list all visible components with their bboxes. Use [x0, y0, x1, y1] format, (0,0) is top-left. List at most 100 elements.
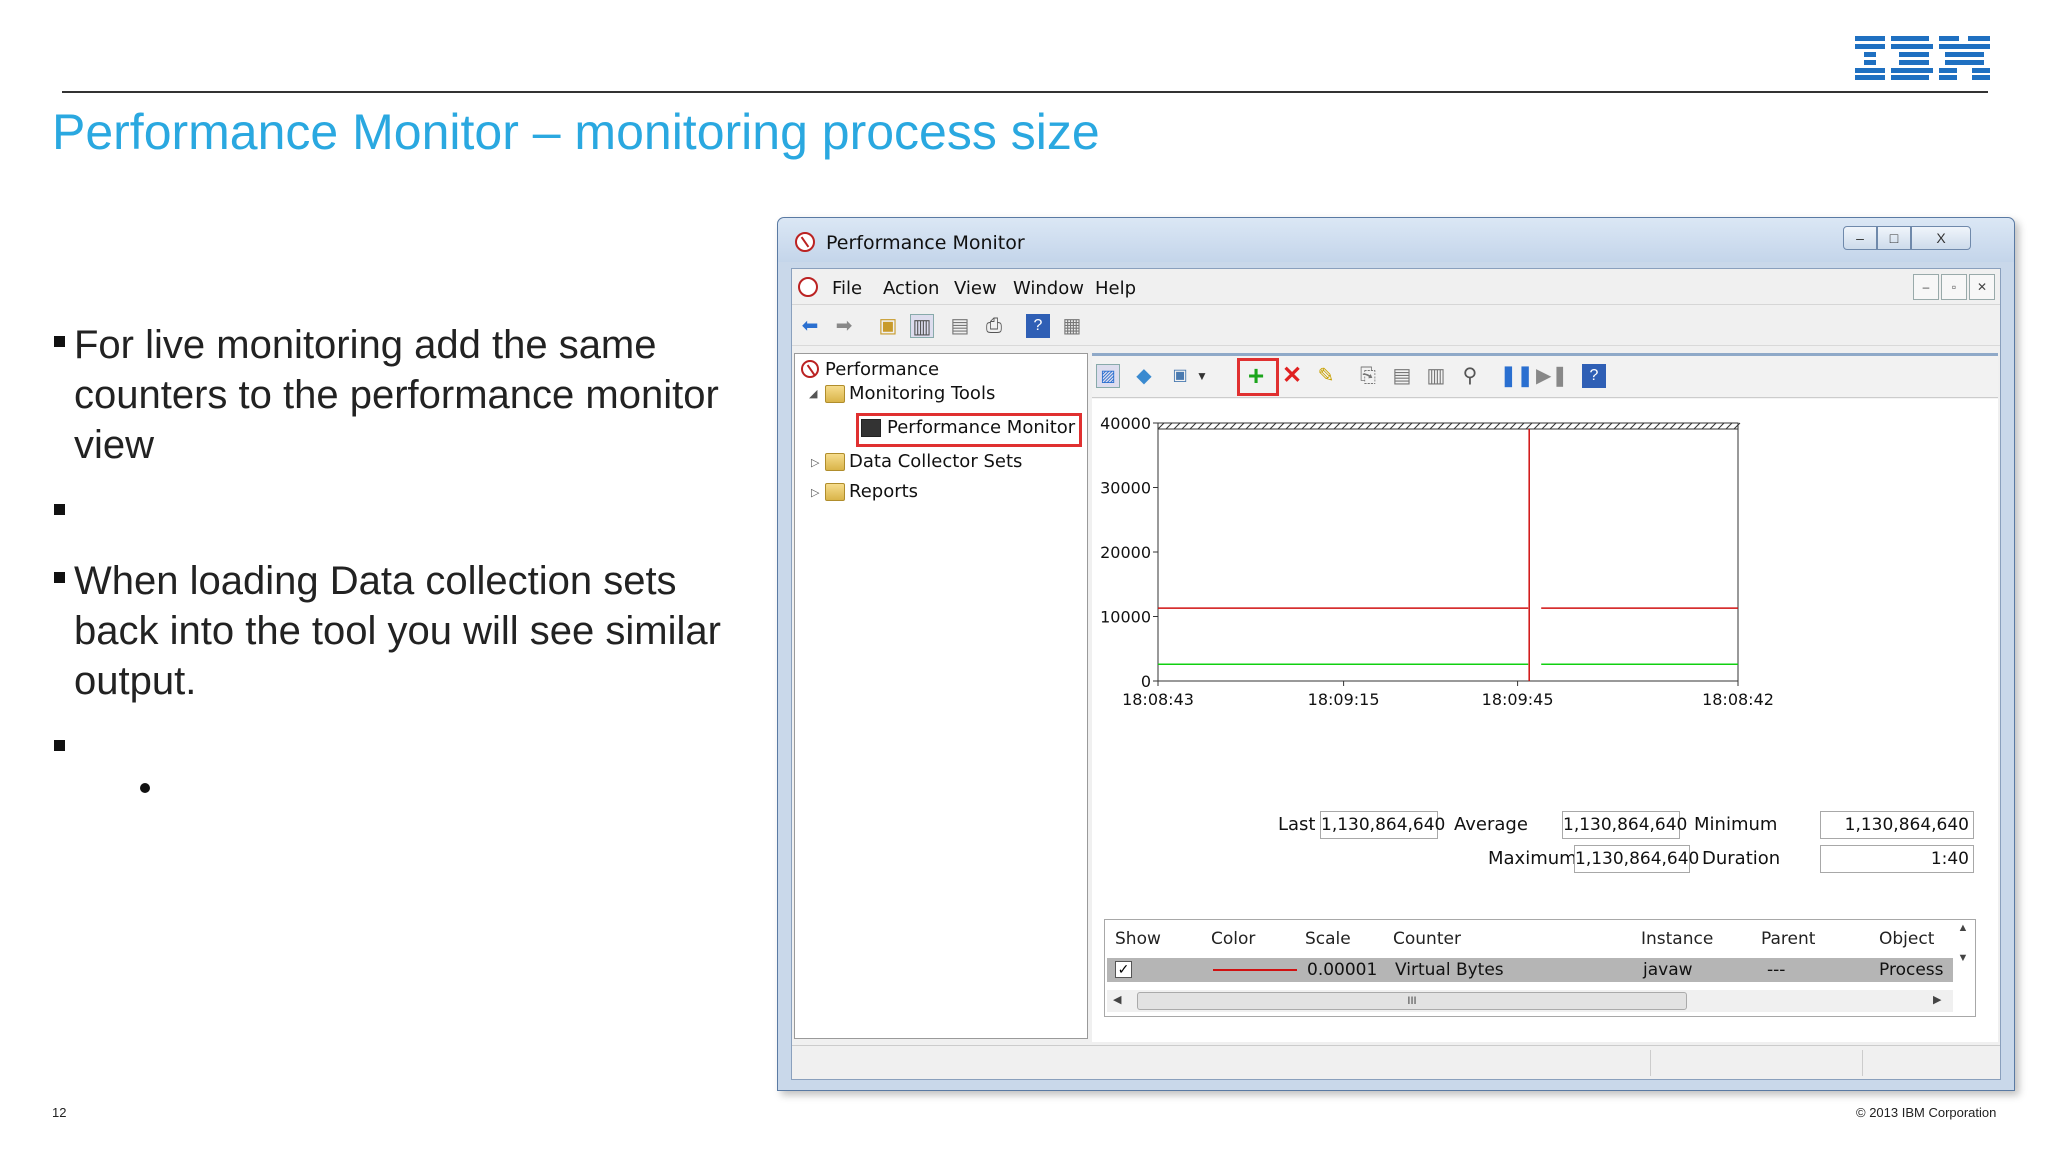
x-tick-label: 18:08:43	[1122, 690, 1194, 709]
legend-row[interactable]: ✓ 0.00001 Virtual Bytes javaw --- Proces…	[1107, 958, 1953, 982]
show-checkbox[interactable]: ✓	[1115, 961, 1132, 978]
current-activity-icon[interactable]: ◆	[1132, 364, 1156, 388]
properties-icon[interactable]: ▥	[1424, 364, 1448, 388]
maximize-button[interactable]: □	[1877, 226, 1911, 250]
legend-header-counter[interactable]: Counter	[1393, 929, 1461, 949]
x-tick-label: 18:09:15	[1308, 690, 1380, 709]
slide: Performance Monitor – monitoring process…	[0, 0, 2048, 1152]
y-tick-label: 40000	[1100, 414, 1151, 433]
y-tick-label: 30000	[1100, 479, 1151, 498]
bullet-item: When loading Data collection sets back i…	[52, 556, 772, 706]
series-color-swatch	[1213, 969, 1297, 971]
menu-window[interactable]: Window	[1013, 278, 1084, 299]
page-number: 12	[52, 1105, 67, 1120]
tree-item-reports[interactable]: Reports	[849, 481, 918, 502]
row-instance: javaw	[1643, 960, 1693, 980]
perfmon-window: Performance Monitor – □ X File Action Vi…	[777, 217, 2015, 1091]
minimize-button[interactable]: –	[1843, 226, 1877, 250]
copyright: © 2013 IBM Corporation	[1856, 1105, 1997, 1120]
highlight-icon[interactable]: ✎	[1314, 364, 1338, 388]
help-icon[interactable]: ?	[1582, 364, 1606, 388]
perfmon-pane: ▨ ◆ ▣ ▼ + ✕ ✎ ⎘ ▤ ▥ ⚲ ❚❚ ▶❚ ? 0 10000 20…	[1092, 353, 1998, 1042]
reports-icon	[825, 483, 845, 501]
scroll-down-icon[interactable]: ▼	[1953, 952, 1973, 964]
vertical-scrollbar[interactable]: ▲ ▼	[1953, 922, 1973, 988]
collapsed-arrow-icon[interactable]: ▷	[811, 486, 819, 499]
legend-header-instance[interactable]: Instance	[1641, 929, 1713, 949]
tree-item-performance[interactable]: Performance	[825, 359, 939, 380]
properties-icon[interactable]: ▤	[948, 314, 972, 338]
row-scale: 0.00001	[1307, 960, 1378, 980]
tree-item-data-collector-sets[interactable]: Data Collector Sets	[849, 451, 1022, 472]
monitoring-tools-icon	[825, 385, 845, 403]
back-arrow-icon[interactable]: ⬅	[798, 314, 822, 338]
scroll-thumb[interactable]: III	[1137, 992, 1687, 1010]
stat-last-label: Last	[1278, 814, 1316, 835]
legend-header-parent[interactable]: Parent	[1761, 929, 1815, 949]
legend-header-scale[interactable]: Scale	[1305, 929, 1351, 949]
copy-properties-icon[interactable]: ⎘	[1356, 364, 1380, 388]
header-rule	[62, 91, 1988, 93]
action-pane-icon[interactable]: ▦	[1060, 314, 1084, 338]
y-tick-label: 0	[1141, 672, 1151, 691]
bullet-item: For live monitoring add the same counter…	[52, 320, 772, 470]
graph-toolbar: ▨ ◆ ▣ ▼ + ✕ ✎ ⎘ ▤ ▥ ⚲ ❚❚ ▶❚ ?	[1092, 356, 1998, 398]
help-icon[interactable]: ?	[1026, 314, 1050, 338]
tree-item-monitoring-tools[interactable]: Monitoring Tools	[849, 383, 995, 404]
stat-last-value: 1,130,864,640	[1320, 811, 1445, 839]
forward-arrow-icon[interactable]: ➡	[832, 314, 856, 338]
performance-node-icon	[801, 360, 819, 378]
menu-file[interactable]: File	[832, 278, 862, 299]
ibm-logo	[1855, 36, 1990, 80]
up-folder-icon[interactable]: ▣	[876, 314, 900, 338]
paste-counter-list-icon[interactable]: ▤	[1390, 364, 1414, 388]
child-restore-button[interactable]: ▫	[1941, 274, 1967, 300]
child-close-button[interactable]: ✕	[1969, 274, 1995, 300]
highlight-box	[856, 413, 1082, 447]
legend-header-show[interactable]: Show	[1115, 929, 1161, 949]
window-titlebar[interactable]: Performance Monitor – □ X	[778, 218, 2014, 262]
zoom-icon[interactable]: ⚲	[1458, 364, 1482, 388]
x-tick-label: 18:08:42	[1702, 690, 1774, 709]
bullet-square-icon	[54, 504, 65, 515]
scroll-left-icon[interactable]: ◀	[1113, 993, 1121, 1006]
navigation-tree: Performance ◢ Monitoring Tools Performan…	[794, 353, 1088, 1039]
freeze-display-icon[interactable]: ❚❚	[1500, 364, 1534, 388]
row-object: Process	[1879, 960, 1944, 980]
stat-minimum-value: 1,130,864,640	[1820, 811, 1974, 839]
scroll-right-icon[interactable]: ▶	[1933, 993, 1941, 1006]
mmc-menu-icon[interactable]	[798, 277, 818, 297]
row-parent: ---	[1767, 960, 1786, 980]
stat-minimum-label: Minimum	[1694, 814, 1778, 835]
update-data-icon[interactable]: ▶❚	[1536, 364, 1568, 388]
scroll-up-icon[interactable]: ▲	[1953, 922, 1973, 934]
data-collector-sets-icon	[825, 453, 845, 471]
menu-bar: File Action View Window Help – ▫ ✕	[792, 269, 2000, 305]
child-minimize-button[interactable]: –	[1913, 274, 1939, 300]
stat-duration-value: 1:40	[1820, 845, 1974, 873]
menu-view[interactable]: View	[954, 278, 997, 299]
graph-area: 0 10000 20000 30000 40000 18:08:43 18:09:15 18:…	[1092, 399, 1998, 1042]
delete-counter-icon[interactable]: ✕	[1280, 364, 1304, 388]
print-icon[interactable]: ⎙	[982, 314, 1006, 338]
main-toolbar: ⬅ ➡ ▣ ▥ ▤ ⎙ ? ▦	[792, 306, 2000, 346]
stat-average-label: Average	[1454, 814, 1528, 835]
close-button[interactable]: X	[1911, 226, 1971, 250]
show-hide-tree-icon[interactable]: ▥	[910, 314, 934, 338]
performance-chart: 0 10000 20000 30000 40000 18:08:43 18:09:15 18:…	[1100, 414, 1774, 709]
dropdown-arrow-icon[interactable]: ▼	[1190, 364, 1214, 388]
menu-action[interactable]: Action	[883, 278, 939, 299]
sub-bullet-dot-icon	[140, 783, 150, 793]
legend-header-color[interactable]: Color	[1211, 929, 1255, 949]
bullet-item-empty	[52, 488, 772, 538]
collapsed-arrow-icon[interactable]: ▷	[811, 456, 819, 469]
stat-maximum-label: Maximum	[1488, 848, 1577, 869]
horizontal-scrollbar[interactable]: ◀ III ▶	[1107, 990, 1953, 1012]
menu-help[interactable]: Help	[1095, 278, 1136, 299]
status-bar	[792, 1045, 2000, 1079]
view-graph-icon[interactable]: ▨	[1096, 364, 1120, 388]
expanded-arrow-icon[interactable]: ◢	[809, 387, 817, 400]
legend-header-object[interactable]: Object	[1879, 929, 1934, 949]
perfmon-app-icon	[795, 232, 815, 252]
change-graph-type-icon[interactable]: ▣	[1168, 364, 1192, 388]
